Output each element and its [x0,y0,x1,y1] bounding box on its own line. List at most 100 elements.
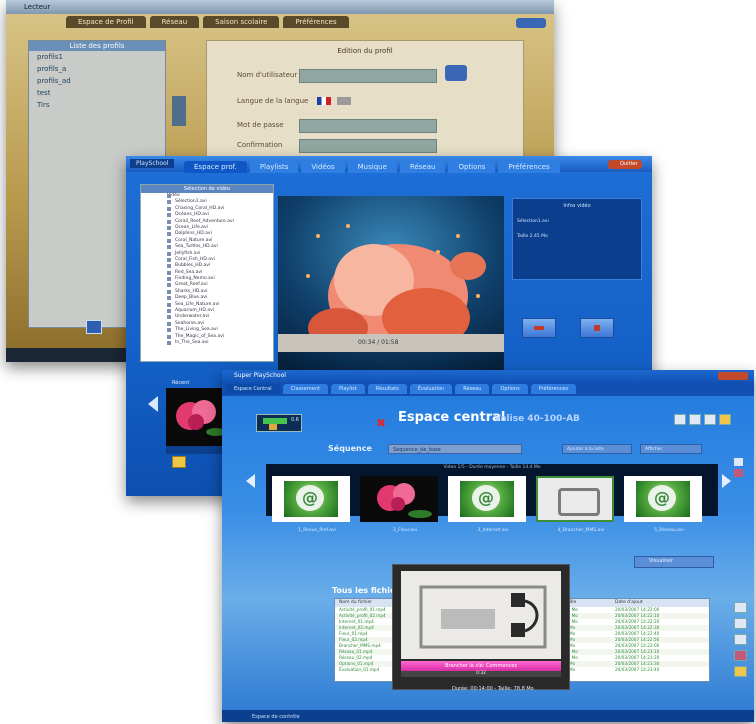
tab-preferences[interactable]: Préférences [283,16,349,28]
field-label: Langue de la langue [237,97,309,105]
tab-profile-space[interactable]: Espace de Profil [66,16,146,28]
thumbnail-2[interactable] [360,476,438,522]
info-size: Taille 2.45 Mo [517,234,548,239]
meter-value: 0.6 [291,417,299,423]
tab-videos[interactable]: Vidéos [301,161,345,173]
window-title: Super PlaySchool [222,370,754,382]
thumbnail-5[interactable]: @ [624,476,702,522]
profile-list-header: Liste des profils [29,41,165,51]
stop-button[interactable] [580,318,614,338]
table-cell: 20/03/2007 14:23:40 [615,667,660,672]
tab-playlist[interactable]: Playlist [330,384,365,394]
tab-network[interactable]: Réseau [455,384,490,394]
thumbnail-captions: 1_Revue_Prof.avi 2_Fleur.avi 3_Internet.… [272,528,724,534]
next-arrow-icon[interactable] [722,474,731,488]
tab-bar: Espace de Profil Réseau Saison scolaire … [66,16,349,28]
tab-evaluation[interactable]: Évaluation [409,384,453,394]
visualize-button[interactable]: Visualiser [634,556,714,568]
tab-options[interactable]: Options [492,384,528,394]
tab-preferences[interactable]: Préférences [498,161,560,173]
sequence-select[interactable]: Séquence_de_base [388,444,522,454]
column-header[interactable]: Nom du fichier [339,599,372,607]
tab-school-year[interactable]: Saison scolaire [203,16,280,28]
tab-network[interactable]: Réseau [149,16,200,28]
thumbnail-1[interactable]: @ [272,476,350,522]
list-item[interactable]: profils_ad [29,75,165,87]
previous-arrow-icon[interactable] [148,396,158,412]
thumbnail-caption: 2_Fleur.avi [392,528,418,533]
usb-plug-image [401,571,561,659]
popup-preview [401,571,561,659]
page-title: Espace central [398,410,506,425]
avatar-button[interactable] [445,65,467,81]
tab-results[interactable]: Résultats [367,384,407,394]
close-button[interactable] [718,372,748,380]
form-title: Edition du profil [337,47,393,55]
tab-teacher[interactable]: Espace prof. [184,161,247,173]
field-label: Confirmation [237,141,283,149]
title-bar: PlaySchool Espace prof. Playlists Vidéos… [126,156,652,173]
status-text: Durée: 00:14:00 - Taille: 78,8 Mo [452,686,534,692]
list-item[interactable]: Tirs [29,99,165,111]
tab-playlists[interactable]: Playlists [249,161,299,173]
tab-options[interactable]: Options [448,161,496,173]
screen-icon[interactable] [674,414,686,425]
save-icon[interactable] [86,320,102,334]
english-flag-icon[interactable] [337,97,351,105]
column-header[interactable]: Date d'ajout [615,599,643,607]
remove-icon[interactable] [734,469,743,477]
tab-network[interactable]: Réseau [399,161,446,173]
user-icon[interactable] [734,666,747,677]
lightbulb-icon[interactable] [719,414,731,425]
tree-header: Sélection de vidéo [141,185,273,193]
transfer-icon[interactable] [172,96,186,126]
player-controls[interactable]: 00:34 / 01:58 [278,334,504,352]
volume-meter[interactable]: 0.6 [256,414,302,432]
thumbnail-4[interactable] [536,476,614,522]
delete-icon[interactable] [734,650,747,661]
disconnect-icon[interactable]: ✖ [376,416,386,430]
tree-item[interactable]: In_The_Sea.avi [141,340,273,346]
tab-preferences[interactable]: Préférences [530,384,577,394]
show-button[interactable]: Afficher [640,444,702,454]
username-field[interactable] [299,69,437,83]
previous-arrow-icon[interactable] [246,474,255,488]
meter-knob[interactable] [269,424,277,430]
visualize-label: Visualiser [649,558,674,564]
folder-icon[interactable] [172,456,186,468]
tab-ranking[interactable]: Classement [282,384,328,394]
thumbnail-caption: 1_Revue_Prof.avi [298,528,336,533]
edit-icon[interactable] [734,634,747,645]
print-icon[interactable] [689,414,701,425]
close-button[interactable] [516,18,546,28]
app-name: PlaySchool [130,159,175,168]
confirm-field[interactable] [299,139,437,153]
list-item[interactable]: test [29,87,165,99]
at-icon: @ [472,485,500,511]
password-field[interactable] [299,119,437,133]
recent-thumbnail[interactable] [166,388,228,454]
add-to-list-button[interactable]: Ajouter à la liste [562,444,632,454]
thumbnail-3[interactable]: @ [448,476,526,522]
tab-music[interactable]: Musique [347,161,397,173]
popup-time: 0:32 [401,671,561,677]
tree-items: Sélection1.avi Chasing_Coral_HD.avi Océans… [141,199,273,346]
tab-bar: Espace Central Classement Playlist Résul… [226,384,577,394]
profile-form: Edition du profil Nom d'utilisateur Lang… [206,40,524,172]
toolbar-icons [674,414,731,425]
tab-central[interactable]: Espace Central [226,384,280,394]
copy-icon[interactable] [734,618,747,629]
settings-icon[interactable] [704,414,716,425]
french-flag-icon[interactable] [317,97,331,105]
rewind-button[interactable] [522,318,556,338]
list-item[interactable]: profils1 [29,51,165,63]
info-filename: Sélection1.avi [517,219,549,224]
list-item[interactable]: profils_a [29,63,165,75]
flower-thumbnail [360,476,438,522]
add-icon[interactable] [734,458,743,466]
popup-caption: Brancher la clé: Commencez [401,661,561,671]
video-popup: Brancher la clé: Commencez 0:32 [392,564,570,690]
at-icon: @ [648,485,676,511]
open-icon[interactable] [734,602,747,613]
quit-button[interactable]: Quitter [608,160,642,169]
